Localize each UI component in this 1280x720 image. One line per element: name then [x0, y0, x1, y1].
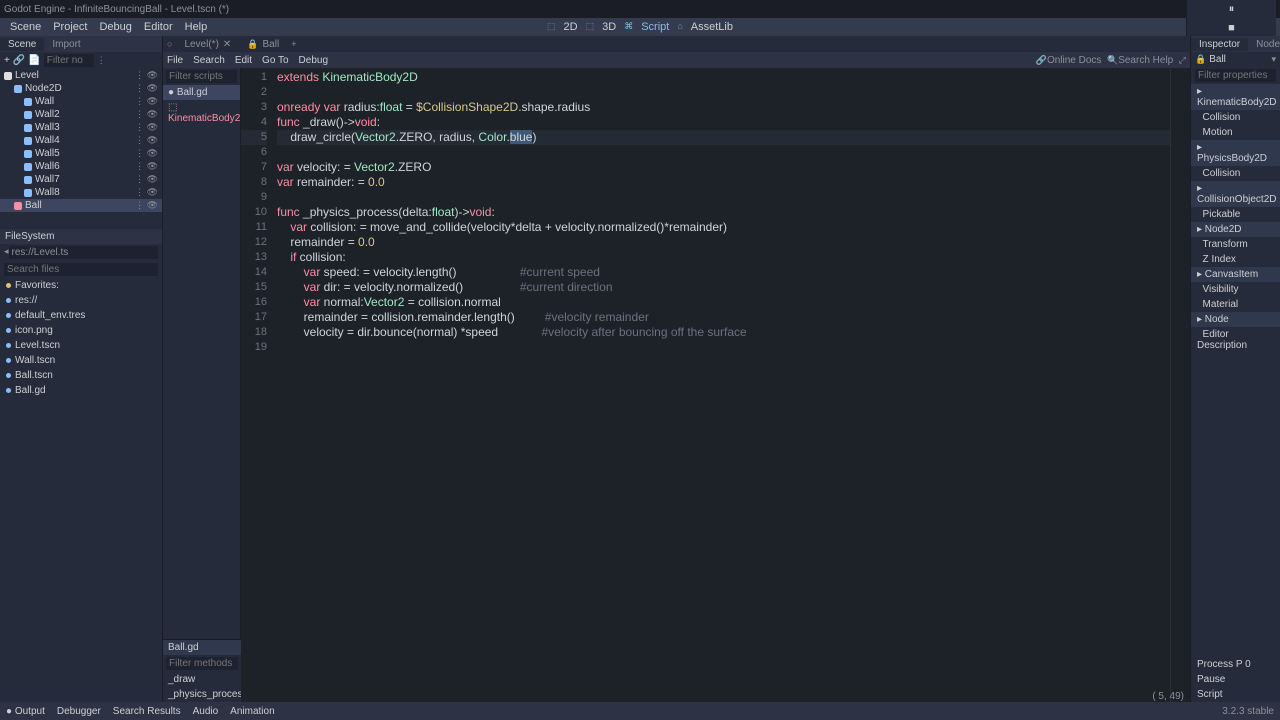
- fs-item[interactable]: default_env.tres: [0, 308, 162, 323]
- filter-properties-input[interactable]: [1195, 69, 1276, 82]
- scene-icon: ○: [163, 39, 176, 49]
- cursor-pos: ( 5, 49): [1152, 691, 1184, 702]
- filter-nodes-input[interactable]: [44, 54, 94, 67]
- scene-tab-ball[interactable]: 🔒Ball: [239, 38, 287, 51]
- bottom-output[interactable]: ● Output: [6, 706, 45, 717]
- minimap[interactable]: [1170, 68, 1190, 702]
- methods-title: Ball.gd: [163, 640, 241, 655]
- inspector-item[interactable]: Motion: [1191, 125, 1280, 140]
- tree-node[interactable]: Wall⋮ 👁: [0, 95, 162, 108]
- app-title: Godot Engine - InfiniteBouncingBall - Le…: [4, 4, 229, 15]
- fs-path-input[interactable]: [9, 246, 158, 259]
- fs-item[interactable]: icon.png: [0, 323, 162, 338]
- filesystem-list: Favorites:res://default_env.tresicon.png…: [0, 278, 162, 702]
- inspector-object[interactable]: Ball: [1209, 54, 1268, 65]
- tab-3d[interactable]: 3D: [602, 21, 616, 33]
- fs-item[interactable]: Wall.tscn: [0, 353, 162, 368]
- close-tab-icon[interactable]: ✕: [223, 39, 231, 50]
- menu-editor[interactable]: Editor: [138, 21, 179, 33]
- script-item-ball[interactable]: ● Ball.gd: [163, 85, 240, 100]
- add-tab-icon[interactable]: +: [287, 39, 300, 49]
- scene-tree: Level⋮ 👁Node2D⋮ 👁Wall⋮ 👁Wall2⋮ 👁Wall3⋮ 👁…: [0, 69, 162, 229]
- tree-node[interactable]: Wall3⋮ 👁: [0, 121, 162, 134]
- menu-help[interactable]: Help: [179, 21, 214, 33]
- inspector-item[interactable]: Pause: [1191, 672, 1280, 687]
- script-menu-search[interactable]: Search: [193, 55, 225, 66]
- tab-scene[interactable]: Scene: [0, 38, 44, 51]
- inspector-item[interactable]: Collision: [1191, 110, 1280, 125]
- version-label: 3.2.3 stable: [1222, 706, 1274, 717]
- inspector-item[interactable]: Material: [1191, 297, 1280, 312]
- tree-node[interactable]: Node2D⋮ 👁: [0, 82, 162, 95]
- tree-node[interactable]: Wall6⋮ 👁: [0, 160, 162, 173]
- inspector-item[interactable]: Collision: [1191, 166, 1280, 181]
- tab-node[interactable]: Node: [1248, 38, 1280, 51]
- method-physics[interactable]: _physics_process: [163, 687, 241, 702]
- bottom-audio[interactable]: Audio: [193, 706, 219, 717]
- filter-scripts-input[interactable]: [166, 70, 237, 83]
- inspector-item[interactable]: Process P 0: [1191, 657, 1280, 672]
- inspector-item[interactable]: ▸ Node: [1191, 312, 1280, 327]
- script-menu-debug[interactable]: Debug: [299, 55, 328, 66]
- online-docs[interactable]: Online Docs: [1047, 55, 1101, 66]
- fs-item[interactable]: Favorites:: [0, 278, 162, 293]
- collapse-icon[interactable]: ⋮: [97, 55, 106, 66]
- inspector-list: ▸ KinematicBody2D Collision Motion▸ Phys…: [1191, 84, 1280, 353]
- expand-icon[interactable]: ⤢: [1179, 55, 1186, 65]
- inspector-item[interactable]: ▸ CanvasItem: [1191, 267, 1280, 282]
- inspector-item[interactable]: Pickable: [1191, 207, 1280, 222]
- tab-script[interactable]: Script: [641, 21, 669, 33]
- tab-inspector[interactable]: Inspector: [1191, 38, 1248, 51]
- tree-node[interactable]: Wall7⋮ 👁: [0, 173, 162, 186]
- script-item-kb2d[interactable]: ⬚ KinematicBody2D: [163, 100, 240, 126]
- code-editor[interactable]: 12345678910111213141516171819 extends Ki…: [241, 68, 1190, 702]
- fs-search-input[interactable]: [4, 263, 158, 276]
- add-node-icon[interactable]: +: [4, 55, 10, 66]
- inspector-item[interactable]: Z Index: [1191, 252, 1280, 267]
- tree-node[interactable]: Wall2⋮ 👁: [0, 108, 162, 121]
- bottom-bar: ● Output Debugger Search Results Audio A…: [0, 702, 1280, 720]
- inspector-item[interactable]: ▸ Node2D: [1191, 222, 1280, 237]
- inspector-item[interactable]: Transform: [1191, 237, 1280, 252]
- scene-tab-level[interactable]: Level(*)✕: [176, 38, 239, 51]
- bottom-debugger[interactable]: Debugger: [57, 706, 101, 717]
- script-menu-edit[interactable]: Edit: [235, 55, 252, 66]
- search-help[interactable]: Search Help: [1118, 55, 1173, 66]
- inspector-item[interactable]: Script: [1191, 687, 1280, 702]
- pause-icon[interactable]: ⏸: [1229, 3, 1235, 16]
- fs-item[interactable]: res://: [0, 293, 162, 308]
- menu-debug[interactable]: Debug: [93, 21, 137, 33]
- tab-2d[interactable]: 2D: [564, 21, 578, 33]
- tree-node[interactable]: Level⋮ 👁: [0, 69, 162, 82]
- stop-icon[interactable]: ■: [1228, 22, 1235, 34]
- inspector-item[interactable]: ▸ PhysicsBody2D: [1191, 140, 1280, 166]
- inspector-item[interactable]: ▸ CollisionObject2D: [1191, 181, 1280, 207]
- tree-node[interactable]: Wall8⋮ 👁: [0, 186, 162, 199]
- attach-script-icon[interactable]: 📄: [28, 55, 40, 66]
- menu-project[interactable]: Project: [47, 21, 93, 33]
- filter-methods-input[interactable]: [166, 657, 238, 670]
- fs-item[interactable]: Ball.tscn: [0, 368, 162, 383]
- inspector-item[interactable]: Editor Description: [1191, 327, 1280, 353]
- script-menu-goto[interactable]: Go To: [262, 55, 289, 66]
- fs-item[interactable]: Ball.gd: [0, 383, 162, 398]
- tree-node[interactable]: Wall5⋮ 👁: [0, 147, 162, 160]
- script-menu-file[interactable]: File: [167, 55, 183, 66]
- inspector-item[interactable]: Visibility: [1191, 282, 1280, 297]
- menu-bar: Scene Project Debug Editor Help ⬚2D ⬚3D …: [0, 18, 1280, 36]
- inspector-item[interactable]: ▸ KinematicBody2D: [1191, 84, 1280, 110]
- tree-node[interactable]: Wall4⋮ 👁: [0, 134, 162, 147]
- menu-scene[interactable]: Scene: [4, 21, 47, 33]
- fs-item[interactable]: Level.tscn: [0, 338, 162, 353]
- title-bar: Godot Engine - InfiniteBouncingBall - Le…: [0, 0, 1280, 18]
- link-icon[interactable]: 🔗: [13, 55, 25, 66]
- tab-assetlib[interactable]: AssetLib: [691, 21, 733, 33]
- method-draw[interactable]: _draw: [163, 672, 241, 687]
- filesystem-header: FileSystem: [0, 229, 162, 244]
- bottom-search[interactable]: Search Results: [113, 706, 181, 717]
- tree-node[interactable]: Ball⋮ 👁: [0, 199, 162, 212]
- tab-import[interactable]: Import: [44, 38, 88, 51]
- bottom-animation[interactable]: Animation: [230, 706, 274, 717]
